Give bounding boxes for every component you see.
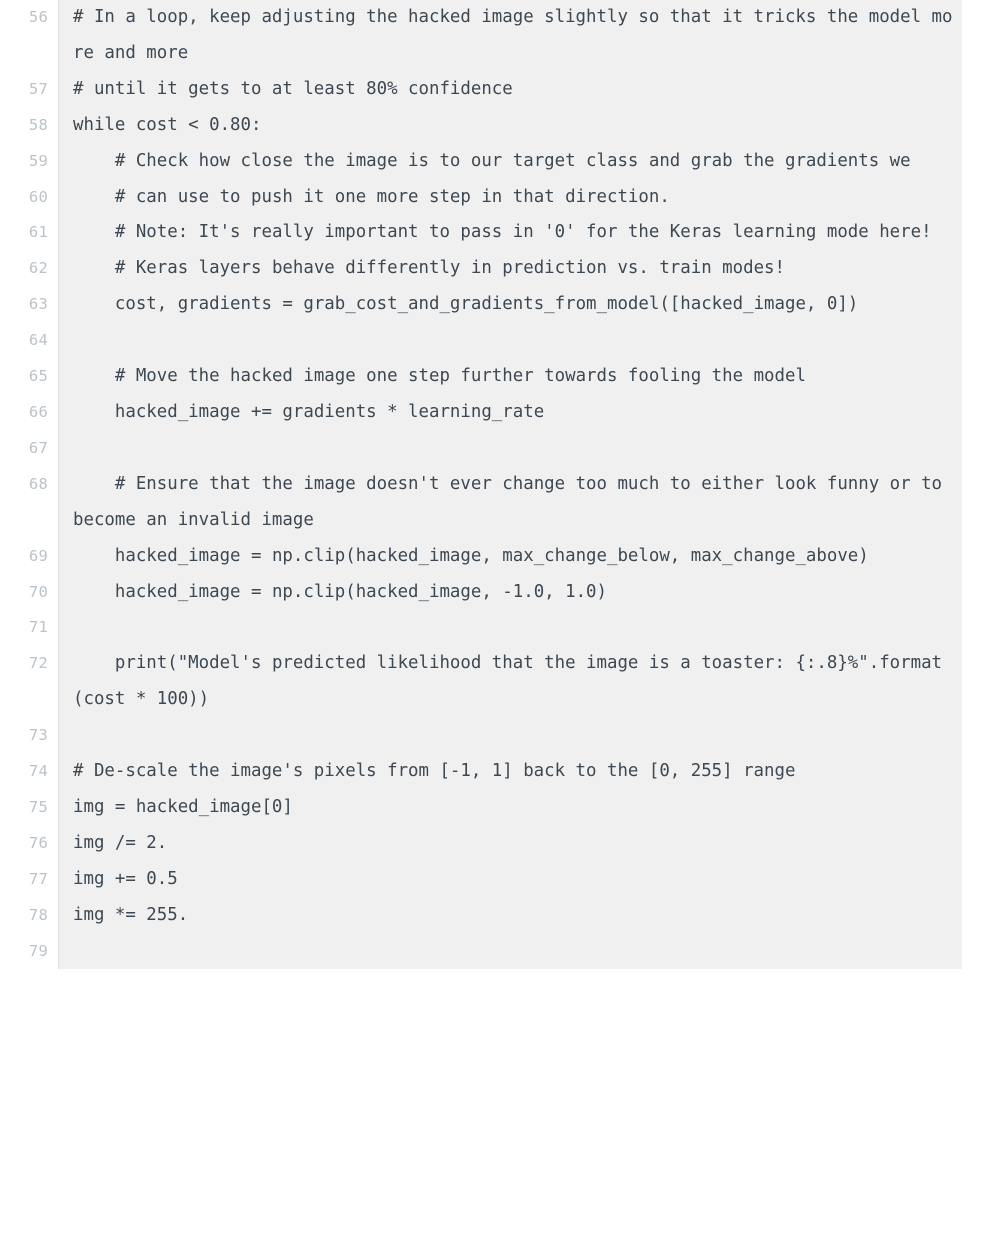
line-number: 71 — [0, 610, 59, 647]
code-line-text[interactable]: # Keras layers behave differently in pre… — [58, 251, 1008, 288]
code-line-content: cost, gradients = grab_cost_and_gradient… — [73, 294, 859, 315]
code-line-content: print("Model's predicted likelihood that… — [73, 653, 943, 710]
code-line-text[interactable]: while cost < 0.80: — [58, 107, 1008, 144]
code-line-row[interactable]: 75 img = hacked_image[0] — [0, 789, 1008, 826]
code-line-text[interactable]: # Move the hacked image one step further… — [58, 359, 1008, 395]
code-line-row[interactable]: 64 — [0, 323, 1008, 360]
code-line-content: # In a loop, keep adjusting the hacked i… — [73, 7, 953, 63]
code-line-text[interactable]: img *= 255. — [58, 897, 1008, 934]
code-line-row[interactable]: 56 # In a loop, keep adjusting the hacked… — [0, 0, 1008, 72]
line-number: 70 — [0, 574, 59, 611]
code-line-content: img = hacked_image[0] — [73, 796, 293, 817]
code-line-row[interactable]: 69 hacked_image = np.clip(hacked_image, … — [0, 538, 1008, 575]
code-line-row[interactable]: 79 — [0, 933, 1008, 970]
code-line-row[interactable]: 72 print("Model's predicted likelihood t… — [0, 646, 1008, 719]
code-line-text[interactable]: # Ensure that the image doesn't ever cha… — [58, 466, 1008, 539]
code-line-text[interactable]: # until it gets to at least 80% confiden… — [58, 71, 1008, 108]
line-number: 74 — [0, 754, 59, 790]
code-line-content: # Note: It's really important to pass in… — [73, 222, 932, 243]
code-line-row[interactable]: 77 img += 0.5 — [0, 861, 1008, 898]
line-number: 66 — [0, 394, 59, 431]
code-line-row[interactable]: 67 — [0, 430, 1008, 467]
code-line-content — [73, 323, 962, 359]
code-line-row[interactable]: 65 # Move the hacked image one step furt… — [0, 359, 1008, 395]
code-line-row[interactable]: 73 — [0, 718, 1008, 755]
line-number: 76 — [0, 825, 59, 862]
code-line-text[interactable]: img /= 2. — [58, 825, 1008, 862]
code-line-content — [73, 934, 962, 970]
line-number: 65 — [0, 359, 59, 395]
code-line-text[interactable]: hacked_image = np.clip(hacked_image, -1.… — [58, 574, 1008, 611]
code-line-row[interactable]: 61 # Note: It's really important to pass… — [0, 215, 1008, 252]
line-number: 60 — [0, 179, 59, 216]
code-line-content: hacked_image = np.clip(hacked_image, -1.… — [73, 581, 607, 602]
code-line-table: 56 # In a loop, keep adjusting the hacked… — [0, 0, 1008, 970]
code-line-content: # can use to push it one more step in th… — [73, 186, 670, 207]
line-number: 56 — [0, 0, 59, 72]
code-line-text[interactable] — [58, 610, 1008, 647]
code-line-row[interactable]: 58 while cost < 0.80: — [0, 107, 1008, 144]
line-number: 72 — [0, 646, 59, 719]
code-line-content: hacked_image += gradients * learning_rat… — [73, 401, 545, 422]
code-line-row[interactable]: 59 # Check how close the image is to our… — [0, 143, 1008, 180]
code-line-row[interactable]: 78 img *= 255. — [0, 897, 1008, 934]
code-line-text[interactable] — [58, 430, 1008, 467]
code-line-content: # Move the hacked image one step further… — [73, 366, 806, 387]
line-number: 79 — [0, 933, 59, 970]
code-line-text[interactable]: img += 0.5 — [58, 861, 1008, 898]
code-line-content — [73, 718, 962, 754]
code-line-text[interactable] — [58, 718, 1008, 755]
line-number: 69 — [0, 538, 59, 575]
line-number: 59 — [0, 143, 59, 180]
code-line-text[interactable]: # Note: It's really important to pass in… — [58, 215, 1008, 252]
code-line-text[interactable]: cost, gradients = grab_cost_and_gradient… — [58, 287, 1008, 324]
code-line-row[interactable]: 68 # Ensure that the image doesn't ever … — [0, 466, 1008, 539]
code-line-text[interactable]: hacked_image = np.clip(hacked_image, max… — [58, 538, 1008, 575]
line-number: 58 — [0, 107, 59, 144]
code-line-content — [73, 610, 962, 646]
code-line-text[interactable]: hacked_image += gradients * learning_rat… — [58, 394, 1008, 431]
code-line-content: img += 0.5 — [73, 868, 178, 889]
code-line-text[interactable]: # De-scale the image's pixels from [-1, … — [58, 754, 1008, 790]
code-line-content: # Keras layers behave differently in pre… — [73, 258, 785, 279]
code-line-text[interactable] — [58, 323, 1008, 360]
code-line-content: # Check how close the image is to our ta… — [73, 150, 911, 171]
code-line-text[interactable]: # In a loop, keep adjusting the hacked i… — [58, 0, 1008, 72]
line-number: 57 — [0, 71, 59, 108]
code-line-content: img /= 2. — [73, 832, 168, 853]
code-line-content: # Ensure that the image doesn't ever cha… — [73, 473, 953, 530]
code-line-row[interactable]: 62 # Keras layers behave differently in … — [0, 251, 1008, 288]
line-number: 63 — [0, 287, 59, 324]
code-line-content: # De-scale the image's pixels from [-1, … — [73, 761, 796, 782]
code-line-list: 56 # In a loop, keep adjusting the hacked… — [0, 0, 1008, 970]
code-line-content: while cost < 0.80: — [73, 114, 262, 135]
code-line-row[interactable]: 71 — [0, 610, 1008, 647]
line-number: 78 — [0, 897, 59, 934]
code-line-text[interactable]: print("Model's predicted likelihood that… — [58, 646, 1008, 719]
code-viewer[interactable]: 56 # In a loop, keep adjusting the hacked… — [0, 0, 1008, 1236]
line-number: 77 — [0, 861, 59, 898]
line-number: 73 — [0, 718, 59, 755]
code-line-content: img *= 255. — [73, 904, 189, 925]
code-line-text[interactable]: # Check how close the image is to our ta… — [58, 143, 1008, 180]
code-line-row[interactable]: 57 # until it gets to at least 80% confid… — [0, 71, 1008, 108]
code-line-content: # until it gets to at least 80% confiden… — [73, 78, 513, 99]
code-line-content: hacked_image = np.clip(hacked_image, max… — [73, 545, 869, 566]
code-line-text[interactable] — [58, 933, 1008, 970]
code-line-text[interactable]: # can use to push it one more step in th… — [58, 179, 1008, 216]
line-number: 61 — [0, 215, 59, 252]
line-number: 62 — [0, 251, 59, 288]
line-number: 67 — [0, 430, 59, 467]
code-line-row[interactable]: 74 # De-scale the image's pixels from [-1… — [0, 754, 1008, 790]
code-line-row[interactable]: 66 hacked_image += gradients * learning_… — [0, 394, 1008, 431]
code-line-row[interactable]: 76 img /= 2. — [0, 825, 1008, 862]
code-line-content — [73, 431, 962, 467]
code-line-row[interactable]: 60 # can use to push it one more step in… — [0, 179, 1008, 216]
code-line-text[interactable]: img = hacked_image[0] — [58, 789, 1008, 826]
line-number: 75 — [0, 789, 59, 826]
code-line-row[interactable]: 63 cost, gradients = grab_cost_and_gradi… — [0, 287, 1008, 324]
line-number: 68 — [0, 466, 59, 539]
code-line-row[interactable]: 70 hacked_image = np.clip(hacked_image, … — [0, 574, 1008, 611]
line-number: 64 — [0, 323, 59, 360]
